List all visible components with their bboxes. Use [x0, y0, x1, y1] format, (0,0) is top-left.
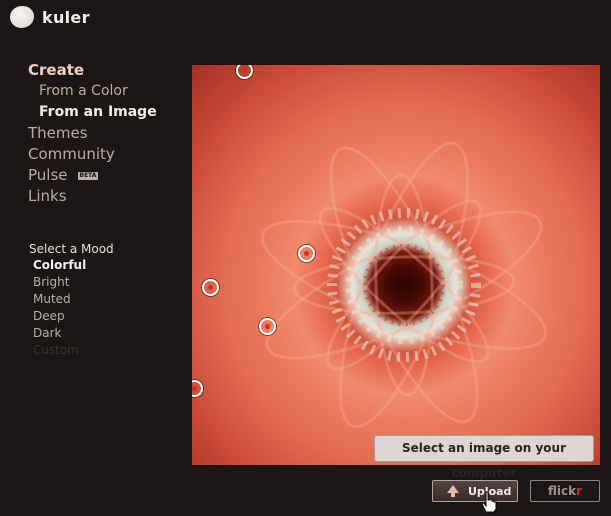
mood-selector: Select a Mood Colorful Bright Muted Deep… — [29, 242, 114, 359]
mood-option-dark[interactable]: Dark — [29, 325, 114, 342]
source-image-flower[interactable] — [192, 65, 600, 465]
mood-option-bright[interactable]: Bright — [29, 274, 114, 291]
nav-pulse[interactable]: Pulse BETA — [28, 165, 157, 186]
nav-from-an-image[interactable]: From an Image — [28, 102, 157, 123]
main-nav: Create From a Color From an Image Themes… — [28, 60, 157, 207]
color-picker-marker[interactable] — [298, 245, 315, 262]
kuler-logo-icon — [10, 6, 34, 28]
kuler-logo[interactable]: kuler — [10, 6, 90, 28]
color-picker-marker[interactable] — [259, 318, 276, 335]
mood-option-muted[interactable]: Muted — [29, 291, 114, 308]
flickr-button[interactable]: flickr — [530, 480, 600, 502]
flower-petals — [260, 141, 548, 429]
nav-themes[interactable]: Themes — [28, 123, 157, 144]
flickr-logo-r: r — [576, 484, 583, 498]
nav-from-a-color[interactable]: From a Color — [28, 81, 157, 102]
color-picker-marker[interactable] — [202, 279, 219, 296]
nav-links[interactable]: Links — [28, 186, 157, 207]
upload-button[interactable]: Upload — [432, 480, 518, 502]
mood-title: Select a Mood — [29, 242, 114, 256]
beta-badge: BETA — [77, 171, 99, 180]
mood-option-colorful[interactable]: Colorful — [29, 257, 114, 274]
hand-cursor-icon — [481, 491, 497, 513]
upload-tooltip: Select an image on your computer — [374, 435, 594, 480]
app-name: kuler — [42, 7, 90, 27]
upload-arrow-icon — [447, 485, 459, 497]
mood-option-custom: Custom — [33, 343, 79, 357]
mood-option-deep[interactable]: Deep — [29, 308, 114, 325]
nav-pulse-label: Pulse — [28, 166, 68, 184]
nav-community[interactable]: Community — [28, 144, 157, 165]
flickr-logo-text: flick — [547, 484, 577, 498]
nav-create[interactable]: Create — [28, 60, 157, 81]
